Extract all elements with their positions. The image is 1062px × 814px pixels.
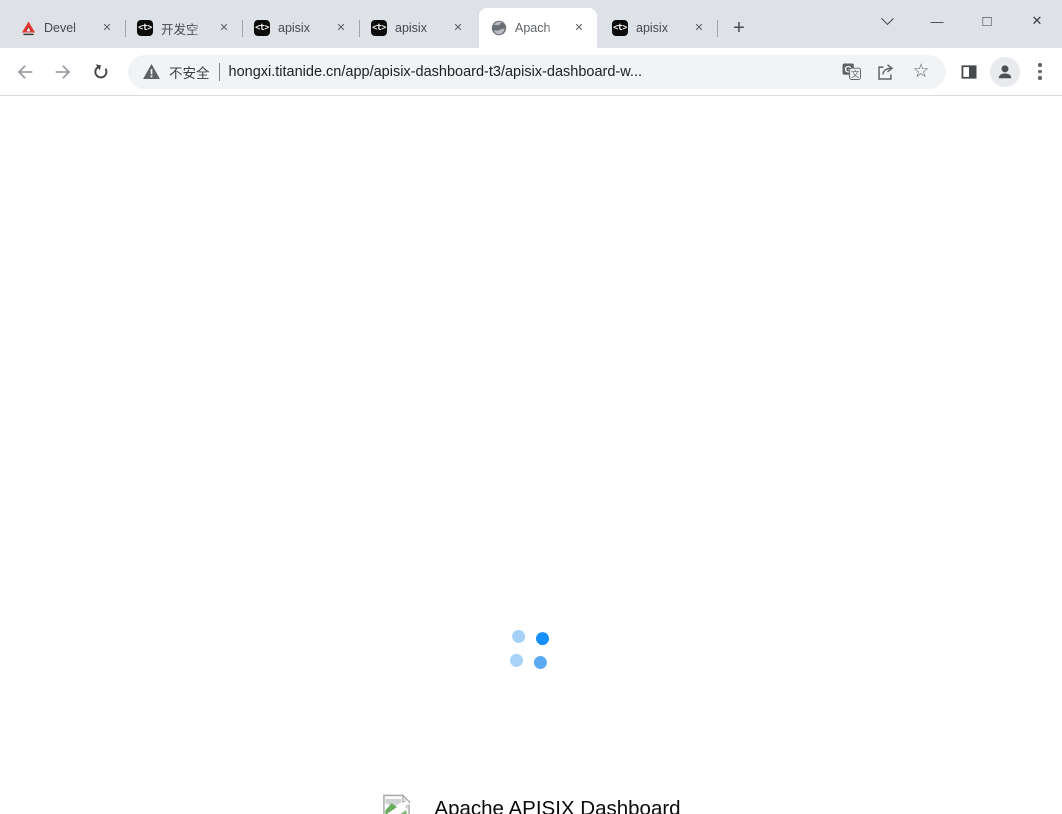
spinner-dot bbox=[512, 629, 526, 643]
globe-icon bbox=[491, 20, 507, 36]
new-tab-button[interactable]: + bbox=[725, 14, 753, 42]
app-title-text: Apache APISIX Dashboard bbox=[434, 797, 680, 814]
reload-button[interactable] bbox=[84, 55, 118, 89]
browser-tab-devel[interactable]: Devel ✕ bbox=[8, 8, 125, 48]
window-controls: — □ ✕ bbox=[862, 0, 1062, 42]
minimize-button[interactable]: — bbox=[912, 0, 962, 42]
tab-title: apisix bbox=[636, 21, 683, 35]
tab-close-icon[interactable]: ✕ bbox=[333, 20, 349, 36]
browser-menu-icon[interactable] bbox=[1028, 63, 1052, 80]
url-text: hongxi.titanide.cn/app/apisix-dashboard-… bbox=[229, 64, 830, 80]
tab-close-icon[interactable]: ✕ bbox=[216, 20, 232, 36]
browser-tab-devspace[interactable]: <t> 开发空 ✕ bbox=[125, 8, 242, 48]
tab-close-icon[interactable]: ✕ bbox=[99, 20, 115, 36]
bookmark-star-icon[interactable]: ☆ bbox=[908, 59, 934, 85]
tab-close-icon[interactable]: ✕ bbox=[571, 20, 587, 36]
spinner-dot bbox=[533, 655, 547, 669]
tab-search-chevron-icon[interactable] bbox=[862, 0, 912, 42]
tab-title: 开发空 bbox=[161, 19, 208, 38]
t-editor-icon: <t> bbox=[137, 20, 153, 36]
tab-close-icon[interactable]: ✕ bbox=[450, 20, 466, 36]
address-bar[interactable]: 不安全 hongxi.titanide.cn/app/apisix-dashbo… bbox=[128, 55, 946, 89]
spinner-dot bbox=[535, 632, 549, 646]
tab-title: apisix bbox=[395, 21, 442, 35]
t-editor-icon: <t> bbox=[254, 20, 270, 36]
side-panel-icon[interactable] bbox=[956, 59, 982, 85]
browser-titlebar: Devel ✕ <t> 开发空 ✕ <t> apisix ✕ <t> apisi… bbox=[0, 0, 1062, 48]
browser-toolbar: 不安全 hongxi.titanide.cn/app/apisix-dashbo… bbox=[0, 48, 1062, 96]
tab-title: Apach bbox=[515, 21, 563, 35]
page-content: Apache APISIX Dashboard bbox=[0, 96, 1062, 813]
tab-strip: Devel ✕ <t> 开发空 ✕ <t> apisix ✕ <t> apisi… bbox=[8, 0, 753, 48]
browser-tab-apache-active[interactable]: Apach ✕ bbox=[479, 8, 597, 48]
tab-title: apisix bbox=[278, 21, 325, 35]
security-warning-icon[interactable] bbox=[142, 59, 160, 85]
broken-image-icon bbox=[381, 794, 412, 814]
browser-tab-apisix-2[interactable]: <t> apisix ✕ bbox=[359, 8, 476, 48]
profile-avatar[interactable] bbox=[990, 57, 1020, 87]
app-title-row: Apache APISIX Dashboard bbox=[0, 794, 1062, 814]
forward-button[interactable] bbox=[46, 55, 80, 89]
spinner-dot bbox=[509, 653, 523, 667]
security-label: 不安全 bbox=[169, 62, 210, 82]
tab-close-icon[interactable]: ✕ bbox=[691, 20, 707, 36]
back-button[interactable] bbox=[8, 55, 42, 89]
loading-spinner bbox=[509, 629, 549, 669]
toolbar-right-cluster bbox=[956, 57, 1054, 87]
omnibox-divider bbox=[219, 63, 220, 81]
apisix-logo-icon bbox=[20, 20, 36, 36]
close-window-button[interactable]: ✕ bbox=[1012, 0, 1062, 42]
maximize-button[interactable]: □ bbox=[962, 0, 1012, 42]
browser-tab-apisix-1[interactable]: <t> apisix ✕ bbox=[242, 8, 359, 48]
share-icon[interactable] bbox=[873, 59, 899, 85]
tab-title: Devel bbox=[44, 21, 91, 35]
browser-tab-apisix-3[interactable]: <t> apisix ✕ bbox=[600, 8, 717, 48]
svg-text:文: 文 bbox=[850, 69, 859, 79]
t-editor-icon: <t> bbox=[612, 20, 628, 36]
translate-icon[interactable]: G 文 bbox=[838, 59, 864, 85]
t-editor-icon: <t> bbox=[371, 20, 387, 36]
